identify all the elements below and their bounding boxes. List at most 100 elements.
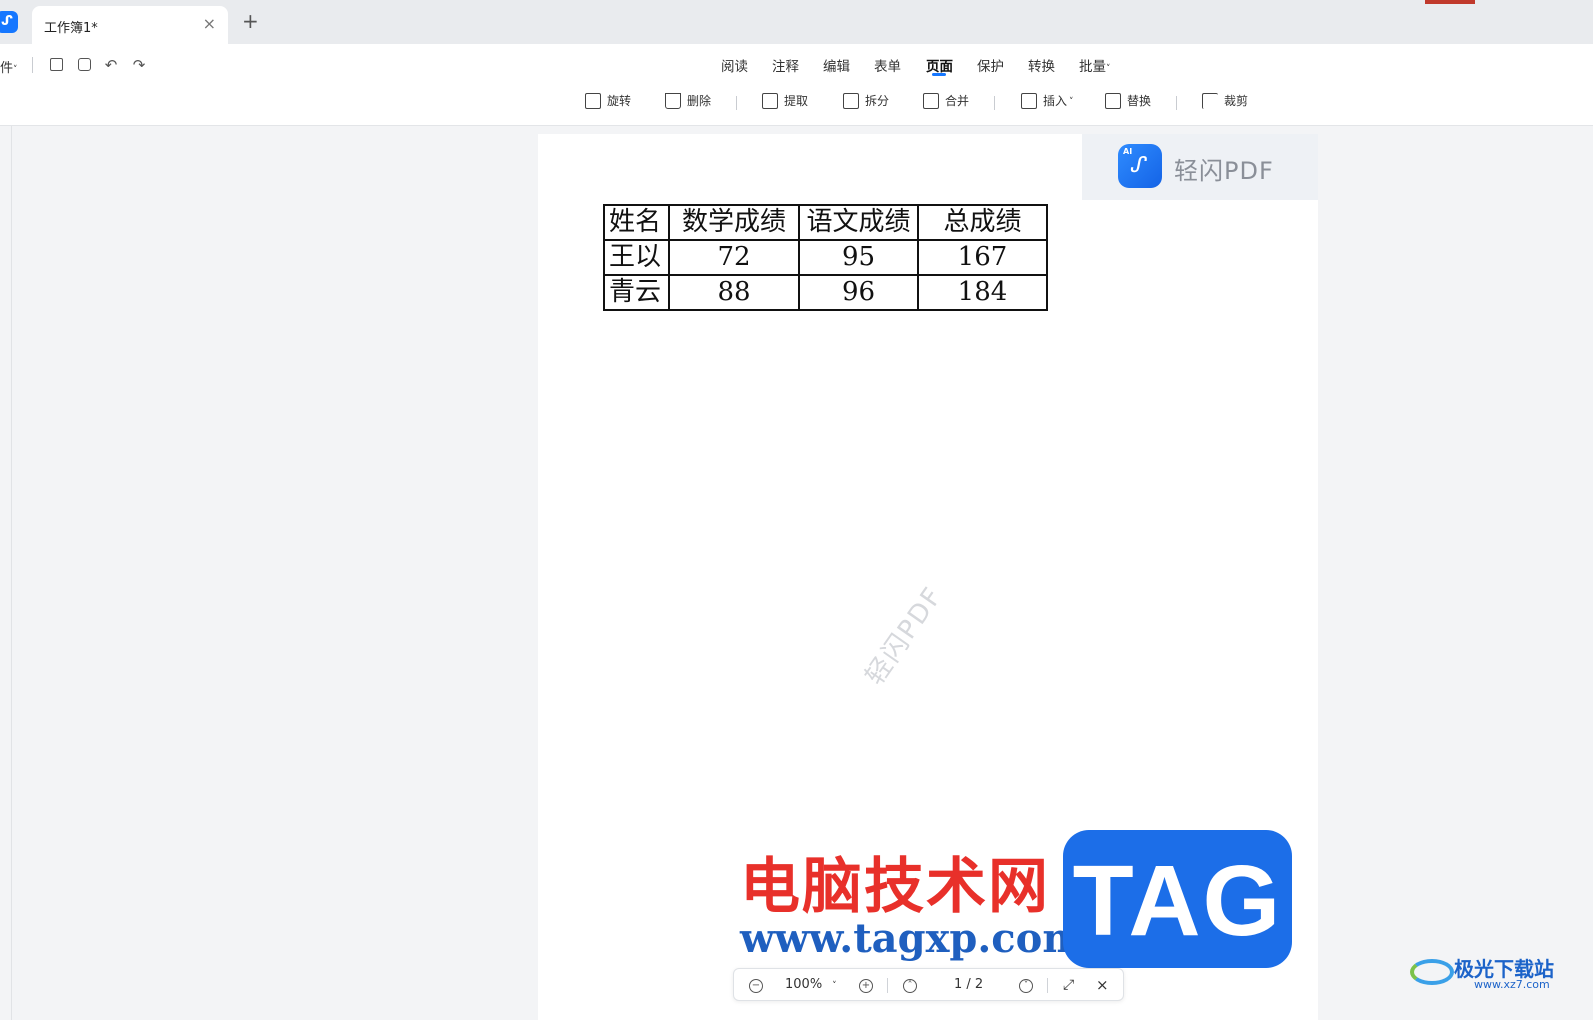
table-header-cell: 语文成绩 (798, 204, 919, 241)
rotate-icon (585, 92, 601, 109)
chevron-up-icon: ˄ (903, 979, 917, 993)
close-nav-button[interactable]: × (1096, 976, 1109, 994)
chevron-down-icon: ˅ (1106, 64, 1111, 74)
file-menu-button[interactable]: 件˅ (0, 57, 18, 76)
crop-button[interactable]: 裁剪 (1202, 92, 1248, 114)
insert-icon (1021, 92, 1037, 109)
nav-divider (1047, 978, 1048, 993)
table-header-cell: 数学成绩 (668, 204, 800, 241)
window-control-strip (1425, 0, 1475, 4)
toolbar-divider (1176, 96, 1177, 110)
active-tab-indicator (932, 73, 946, 76)
page-navigation-bar: − 100% ˅ + ˄ 1 / 2 ˅ ⤢ × (733, 968, 1124, 1001)
new-tab-button[interactable]: + (242, 10, 259, 32)
table-cell: 88 (668, 274, 800, 311)
zoom-in-icon: + (859, 979, 873, 993)
split-label: 拆分 (865, 94, 890, 108)
file-menu-label: 件 (0, 61, 14, 76)
site-url-overlay: www.tagxp.com (740, 915, 1085, 962)
page-indicator[interactable]: 1 / 2 (954, 976, 983, 994)
app-logo-icon[interactable]: ᔑ (0, 11, 18, 33)
extract-label: 提取 (784, 94, 809, 108)
chevron-down-icon: ˅ (1019, 979, 1033, 993)
previous-page-button[interactable]: ˄ (903, 976, 917, 994)
table-cell: 184 (917, 274, 1048, 311)
zoom-in-button[interactable]: + (859, 976, 873, 994)
brand-banner: AI ᔑ 轻闪PDF (1082, 134, 1318, 200)
replace-icon (1105, 92, 1121, 109)
table-cell: 72 (668, 239, 800, 276)
tab-batch-label: 批量 (1079, 59, 1106, 75)
table-row: 青云 88 96 184 (603, 274, 1048, 311)
document-tab[interactable]: 工作簿1* × (32, 6, 228, 44)
crop-label: 裁剪 (1224, 94, 1249, 108)
thumbnail-panel-edge[interactable] (0, 126, 12, 1020)
table-cell: 王以 (603, 239, 670, 276)
zoom-value: 100% (785, 977, 823, 992)
zoom-out-button[interactable]: − (749, 976, 763, 994)
main-toolbar: 件˅ ↶ ↷ 阅读 注释 编辑 表单 页面 保护 转换 批量˅ 旋转 删除 提取… (0, 44, 1593, 126)
toolbar-divider (994, 96, 995, 110)
crop-icon (1202, 92, 1218, 109)
table-cell: 167 (917, 239, 1048, 276)
rotate-button[interactable]: 旋转 (585, 92, 631, 114)
print-icon[interactable] (74, 55, 94, 75)
document-tab-title: 工作簿1* (44, 21, 98, 36)
trash-icon (665, 92, 681, 109)
brand-name: 轻闪PDF (1174, 157, 1274, 185)
merge-icon (923, 92, 939, 109)
split-button[interactable]: 拆分 (843, 92, 889, 114)
extract-button[interactable]: 提取 (762, 92, 808, 114)
tab-page[interactable]: 页面 (926, 55, 953, 75)
corner-url: www.xz7.com (1474, 978, 1550, 991)
next-page-button[interactable]: ˅ (1019, 976, 1033, 994)
swirl-glyph: ᔑ (1131, 153, 1147, 178)
site-name-overlay: 电脑技术网 (740, 852, 1050, 922)
swoosh-logo-icon (1410, 959, 1454, 985)
zoom-select[interactable]: 100% ˅ (785, 976, 837, 994)
extract-icon (762, 92, 778, 109)
delete-label: 删除 (687, 94, 712, 108)
insert-label: 插入 (1043, 94, 1068, 108)
undo-icon[interactable]: ↶ (101, 55, 121, 75)
chevron-down-icon: ˅ (13, 65, 18, 75)
close-tab-icon[interactable]: × (203, 14, 216, 33)
merge-button[interactable]: 合并 (923, 92, 969, 114)
title-bar: ᔑ 工作簿1* × + (0, 0, 1593, 44)
toolbar-divider (736, 96, 737, 110)
nav-divider (887, 978, 888, 993)
redo-icon[interactable]: ↷ (129, 55, 149, 75)
chevron-down-icon: ˅ (1069, 97, 1074, 107)
merge-label: 合并 (945, 94, 970, 108)
tab-read[interactable]: 阅读 (721, 55, 748, 75)
table-header-row: 姓名 数学成绩 语文成绩 总成绩 (603, 204, 1048, 241)
table-cell: 95 (798, 239, 919, 276)
qingshan-logo-icon: AI ᔑ (1118, 144, 1162, 188)
replace-label: 替换 (1127, 94, 1152, 108)
tab-edit[interactable]: 编辑 (823, 55, 850, 75)
tab-batch[interactable]: 批量˅ (1079, 55, 1111, 75)
zoom-out-icon: − (749, 979, 763, 993)
tag-logo: TAG (1063, 830, 1292, 968)
rotate-label: 旋转 (607, 94, 632, 108)
fullscreen-button[interactable]: ⤢ (1063, 976, 1074, 994)
table-row: 王以 72 95 167 (603, 239, 1048, 276)
save-icon[interactable] (46, 55, 66, 75)
close-icon: × (1096, 976, 1109, 994)
toolbar-divider (32, 57, 33, 73)
tab-form[interactable]: 表单 (874, 55, 901, 75)
delete-button[interactable]: 删除 (665, 92, 711, 114)
table-cell: 青云 (603, 274, 670, 311)
tab-convert[interactable]: 转换 (1028, 55, 1055, 75)
replace-button[interactable]: 替换 (1105, 92, 1151, 114)
tab-annotate[interactable]: 注释 (772, 55, 799, 75)
expand-icon: ⤢ (1063, 977, 1075, 993)
tab-protect[interactable]: 保护 (977, 55, 1004, 75)
chevron-down-icon: ˅ (832, 981, 837, 991)
score-table: 姓名 数学成绩 语文成绩 总成绩 王以 72 95 167 青云 88 96 1… (603, 204, 1048, 311)
insert-button[interactable]: 插入 ˅ (1021, 92, 1074, 114)
table-header-cell: 总成绩 (917, 204, 1048, 241)
corner-watermark: 极光下载站 www.xz7.com (1410, 953, 1590, 993)
table-header-cell: 姓名 (603, 204, 670, 241)
table-cell: 96 (798, 274, 919, 311)
